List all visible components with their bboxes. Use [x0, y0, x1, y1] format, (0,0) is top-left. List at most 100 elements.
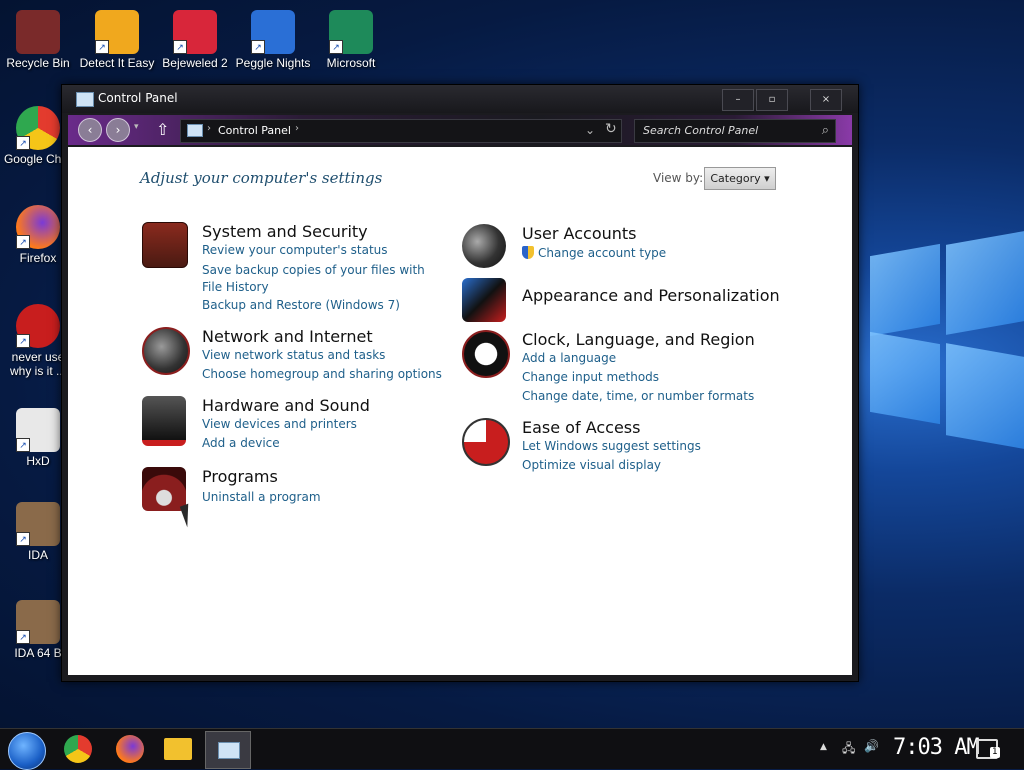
network-icon[interactable]: 🖧: [842, 739, 855, 760]
window-titlebar[interactable]: Control Panel – ▫ ×: [62, 85, 858, 113]
up-button[interactable]: ⇧: [156, 120, 169, 139]
desktop-icon-label: Bejeweled 2 Deluxe: [162, 56, 228, 70]
minimize-button[interactable]: –: [722, 89, 754, 111]
breadcrumb-separator-icon[interactable]: ›: [295, 123, 299, 134]
category-title[interactable]: System and Security: [202, 222, 368, 241]
category-link[interactable]: Choose homegroup and sharing options: [202, 367, 442, 381]
category-title[interactable]: Clock, Language, and Region: [522, 330, 755, 349]
show-hidden-icons-button[interactable]: ▲: [820, 742, 827, 752]
programs-disc-icon: [142, 467, 186, 511]
back-button[interactable]: ‹: [78, 118, 102, 142]
page-title: Adjust your computer's settings: [140, 169, 383, 187]
category-link[interactable]: View network status and tasks: [202, 348, 385, 362]
control-panel-icon: [76, 92, 94, 107]
category-title[interactable]: Hardware and Sound: [202, 396, 370, 415]
shortcut-arrow-icon: ↗: [16, 438, 30, 452]
desktop-icon-label: Detect It Easy: [79, 56, 155, 70]
category-title[interactable]: User Accounts: [522, 224, 637, 243]
peggle-icon: ↗: [251, 10, 295, 54]
bejeweled-icon: ↗: [173, 10, 217, 54]
search-box[interactable]: Search Control Panel ⌕: [634, 119, 836, 143]
address-dropdown-icon[interactable]: ⌄: [585, 123, 595, 137]
network-globe-icon: [142, 327, 190, 375]
action-center-button[interactable]: 1: [976, 739, 1000, 759]
category-link[interactable]: Change account type: [522, 246, 666, 260]
navigation-bar: ‹ › ▾ ⇧ › Control Panel › ⌄ ↻ Search Con…: [68, 115, 852, 145]
wallpaper-logo-pane: [946, 231, 1024, 335]
shortcut-arrow-icon: ↗: [16, 630, 30, 644]
forward-button[interactable]: ›: [106, 118, 130, 142]
desktop-icon-label: Peggle Nights Deluxe: [235, 56, 311, 70]
volume-icon[interactable]: 🔊: [864, 739, 879, 753]
category-link[interactable]: Optimize visual display: [522, 458, 661, 472]
desktop-icon-peggle[interactable]: ↗ Peggle Nights Deluxe: [235, 10, 311, 70]
control-panel-icon: [218, 742, 240, 759]
desktop-icon-bejeweled[interactable]: ↗ Bejeweled 2 Deluxe: [157, 10, 233, 70]
wallpaper-logo-pane: [946, 343, 1024, 449]
refresh-icon[interactable]: ↻: [605, 121, 617, 137]
category-link[interactable]: Review your computer's status: [202, 243, 388, 257]
shortcut-arrow-icon: ↗: [16, 532, 30, 546]
category-link[interactable]: Save backup copies of your files with Fi…: [202, 262, 442, 296]
printer-icon: [142, 396, 186, 446]
window-title: Control Panel: [98, 91, 178, 105]
uac-shield-icon: [522, 246, 534, 259]
detect-it-easy-icon: ↗: [95, 10, 139, 54]
category-title[interactable]: Ease of Access: [522, 418, 640, 437]
search-input[interactable]: Search Control Panel: [643, 124, 758, 137]
shortcut-arrow-icon: ↗: [16, 334, 30, 348]
dev-cpp-icon: ↗: [16, 304, 60, 348]
view-by-dropdown[interactable]: Category ▾: [704, 167, 776, 190]
taskbar-chrome-icon[interactable]: [64, 735, 92, 763]
category-link[interactable]: Backup and Restore (Windows 7): [202, 298, 400, 312]
taskbar-firefox-icon[interactable]: [116, 735, 144, 763]
taskbar-clock[interactable]: 7:03 AM: [893, 735, 980, 760]
maximize-button[interactable]: ▫: [756, 89, 788, 111]
category-title[interactable]: Network and Internet: [202, 327, 373, 346]
user-accounts-icon: [462, 224, 506, 268]
close-button[interactable]: ×: [810, 89, 842, 111]
firefox-icon: ↗: [16, 205, 60, 249]
recycle-bin-icon: [16, 10, 60, 54]
category-link[interactable]: Add a language: [522, 351, 616, 365]
address-bar[interactable]: › Control Panel › ⌄ ↻: [180, 119, 622, 143]
category-link[interactable]: View devices and printers: [202, 417, 357, 431]
category-link[interactable]: Change date, time, or number formats: [522, 389, 754, 403]
category-link[interactable]: Uninstall a program: [202, 490, 321, 504]
control-panel-icon: [187, 124, 203, 137]
search-icon[interactable]: ⌕: [822, 123, 829, 138]
breadcrumb-control-panel[interactable]: Control Panel: [218, 124, 291, 137]
wallpaper-logo-pane: [870, 243, 940, 337]
appearance-icon: [462, 278, 506, 322]
category-link-text[interactable]: Change account type: [538, 246, 666, 260]
chrome-icon: ↗: [16, 106, 60, 150]
desktop-icon-label: Recycle Bin: [6, 56, 70, 70]
ida-icon: ↗: [16, 502, 60, 546]
desktop-icon-label: Microsoft Publisher 2010: [326, 56, 376, 70]
shortcut-arrow-icon: ↗: [95, 40, 109, 54]
breadcrumb-separator-icon[interactable]: ›: [207, 123, 211, 134]
start-button[interactable]: [8, 732, 46, 770]
desktop-icon-publisher[interactable]: ↗ Microsoft Publisher 2010: [313, 10, 389, 70]
shortcut-arrow-icon: ↗: [16, 136, 30, 150]
control-panel-window: Control Panel – ▫ × ‹ › ▾ ⇧ › Control Pa…: [61, 84, 859, 682]
firewall-icon: [142, 222, 188, 268]
ida64-icon: ↗: [16, 600, 60, 644]
desktop-icon-detect-it-easy[interactable]: ↗ Detect It Easy: [79, 10, 155, 70]
category-link[interactable]: Let Windows suggest settings: [522, 439, 701, 453]
publisher-icon: ↗: [329, 10, 373, 54]
category-link[interactable]: Add a device: [202, 436, 280, 450]
taskbar: ▲ 🖧 🔊 7:03 AM 1: [0, 728, 1024, 770]
taskbar-file-explorer-icon[interactable]: [164, 738, 192, 760]
notification-count-badge: 1: [990, 747, 1000, 758]
category-title[interactable]: Programs: [202, 467, 278, 486]
desktop-icon-recycle-bin[interactable]: Recycle Bin: [0, 10, 76, 70]
wallpaper-logo-pane: [870, 331, 940, 425]
category-link[interactable]: Change input methods: [522, 370, 659, 384]
shortcut-arrow-icon: ↗: [251, 40, 265, 54]
shortcut-arrow-icon: ↗: [173, 40, 187, 54]
view-by-label: View by:: [653, 171, 704, 185]
category-title[interactable]: Appearance and Personalization: [522, 286, 780, 305]
taskbar-control-panel-button[interactable]: [205, 731, 251, 769]
recent-locations-chevron-icon[interactable]: ▾: [134, 122, 139, 132]
